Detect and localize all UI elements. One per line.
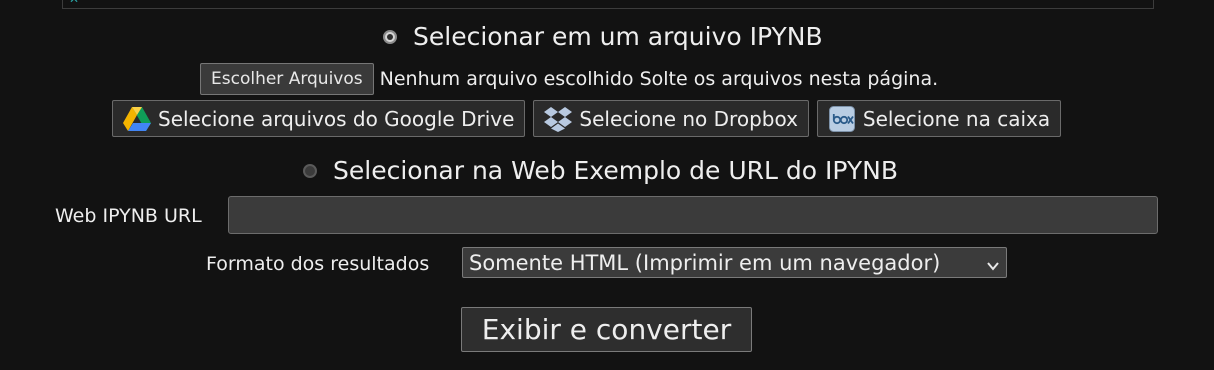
- web-radio-label: Selecionar na Web Exemplo de URL do IPYN…: [333, 156, 899, 185]
- google-drive-button[interactable]: Selecione arquivos do Google Drive: [112, 100, 526, 137]
- web-radio-option[interactable]: Selecionar na Web Exemplo de URL do IPYN…: [303, 156, 898, 185]
- url-field-label: Web IPYNB URL: [55, 205, 202, 227]
- format-label: Formato dos resultados: [206, 253, 430, 275]
- file-input-row: Escolher Arquivos Nenhum arquivo escolhi…: [200, 63, 938, 95]
- upload-radio-label: Selecionar em um arquivo IPYNB: [413, 22, 823, 51]
- convert-button[interactable]: Exibir e converter: [461, 307, 752, 352]
- web-radio-button[interactable]: [303, 163, 317, 178]
- dropbox-icon: [544, 105, 573, 133]
- box-label: Selecione na caixa: [862, 106, 1051, 131]
- box-button[interactable]: Selecione na caixa: [816, 100, 1062, 137]
- upload-radio-button[interactable]: [383, 29, 397, 44]
- cloud-source-buttons: Selecione arquivos do Google Drive Selec…: [112, 100, 1062, 137]
- format-selected-value: Somente HTML (Imprimir em um navegador): [469, 250, 941, 275]
- url-input[interactable]: [228, 196, 1158, 234]
- previous-panel-border: ✕: [62, 0, 1154, 9]
- choose-files-button[interactable]: Escolher Arquivos: [200, 63, 374, 95]
- box-icon: [828, 105, 856, 133]
- google-drive-icon: [123, 105, 151, 133]
- dropbox-label: Selecione no Dropbox: [579, 106, 798, 131]
- google-drive-label: Selecione arquivos do Google Drive: [158, 106, 515, 131]
- chevron-down-icon: [986, 254, 1000, 278]
- dropbox-button[interactable]: Selecione no Dropbox: [533, 100, 809, 137]
- file-status-text: Nenhum arquivo escolhido Solte os arquiv…: [379, 68, 939, 90]
- expand-icon: ✕: [69, 0, 79, 5]
- format-select[interactable]: Somente HTML (Imprimir em um navegador): [462, 247, 1007, 278]
- upload-radio-option[interactable]: Selecionar em um arquivo IPYNB: [383, 22, 823, 51]
